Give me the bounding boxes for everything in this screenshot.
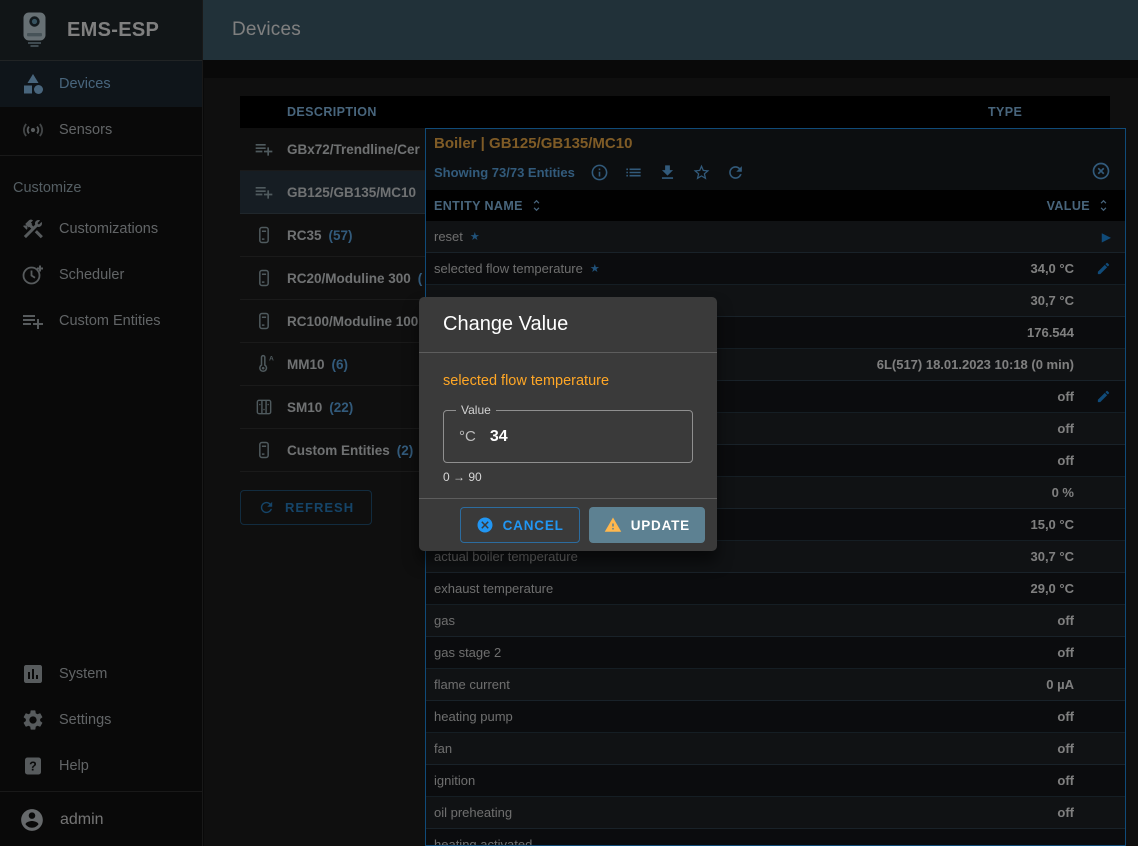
dialog-entity-label: selected flow temperature (443, 373, 693, 389)
dialog-title: Change Value (419, 297, 717, 353)
ems-esp-app: EMS-ESP Devices Sensors (0, 0, 1138, 846)
value-field: Value °C (443, 410, 693, 463)
cancel-label: CANCEL (503, 518, 564, 533)
value-field-label: Value (456, 403, 496, 417)
change-value-dialog: Change Value selected flow temperature V… (419, 297, 717, 551)
warning-icon (604, 516, 622, 534)
unit-adornment: °C (459, 428, 476, 445)
dialog-body: selected flow temperature Value °C 0 → 9… (419, 353, 717, 484)
value-input[interactable] (488, 427, 642, 447)
cancel-button[interactable]: CANCEL (460, 507, 580, 543)
update-label: UPDATE (631, 518, 690, 533)
cancel-icon (476, 516, 494, 534)
dialog-actions: CANCEL UPDATE (419, 498, 717, 551)
value-range-helper: 0 → 90 (443, 470, 693, 484)
update-button[interactable]: UPDATE (589, 507, 705, 543)
